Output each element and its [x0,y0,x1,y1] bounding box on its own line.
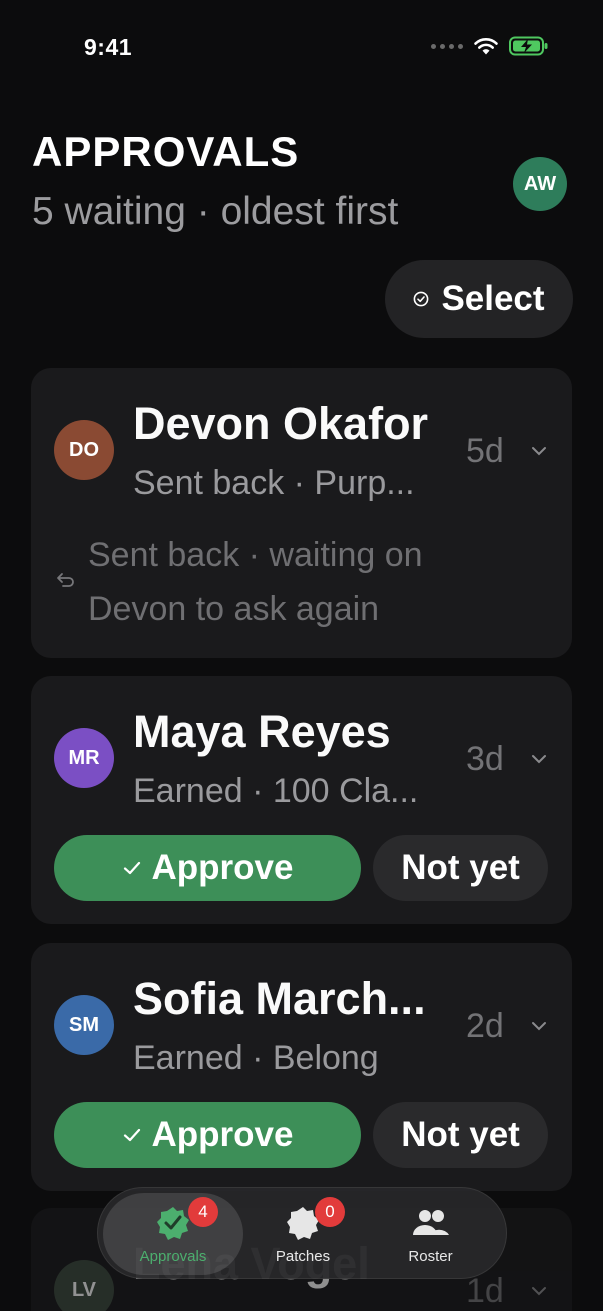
verified-badge-icon [157,1207,189,1240]
tab-patches-label: Patches [275,1248,331,1265]
status-note-line2: Devon to ask again [88,590,380,628]
approve-button[interactable]: Approve [54,835,361,901]
avatar: SM [54,995,114,1055]
chevron-down-icon[interactable] [531,754,547,764]
approve-label: Approve [151,1115,294,1154]
select-label: Select [441,279,545,318]
select-button[interactable]: Select [385,260,573,338]
tab-approvals[interactable]: 4 Approvals [103,1193,243,1275]
signal-icon [431,43,463,49]
tab-roster-label: Roster [408,1248,453,1265]
requester-name: Devon Okafor [133,398,429,449]
return-arrow-icon [57,573,74,587]
status-icons [431,36,549,56]
status-bar: 9:41 [0,0,603,96]
request-age: 5d [466,432,504,470]
checkmark-icon [123,861,140,875]
status-note-line1: Sent back · waiting on [88,536,423,574]
tab-roster[interactable]: Roster [368,1193,493,1275]
request-meta: Earned · Belong [133,1039,379,1077]
check-circle-icon [414,291,429,307]
approval-card[interactable]: DO Devon Okafor Sent back · Purp... 5d S… [31,368,572,658]
people-icon [412,1210,449,1235]
approvals-badge: 4 [188,1197,218,1227]
patches-badge: 0 [315,1197,345,1227]
chevron-down-icon[interactable] [531,1286,547,1296]
request-age: 3d [466,740,504,778]
avatar: DO [54,420,114,480]
avatar: LV [54,1260,114,1311]
request-meta: Sent back · Purp... [133,464,415,502]
approval-card[interactable]: MR Maya Reyes Earned · 100 Cla... 3d App… [31,676,572,924]
approval-card[interactable]: SM Sofia March... Earned · Belong 2d App… [31,943,572,1191]
approve-button[interactable]: Approve [54,1102,361,1168]
request-age: 1d [466,1272,504,1310]
approve-label: Approve [151,848,294,887]
request-meta: Earned · 100 Cla... [133,772,419,810]
request-age: 2d [466,1007,504,1045]
page-title: APPROVALS [32,128,300,175]
chevron-down-icon[interactable] [531,1021,547,1031]
chevron-down-icon[interactable] [531,446,547,456]
not-yet-button[interactable]: Not yet [373,1102,548,1168]
status-time: 9:41 [84,34,133,60]
tab-bar: 4 Approvals 0 Patches Roster [97,1187,507,1279]
wifi-icon [474,37,498,54]
requester-name: Sofia March... [133,973,426,1024]
requester-name: Maya Reyes [133,706,391,757]
avatar: MR [54,728,114,788]
page-subtitle: 5 waiting · oldest first [32,190,399,233]
tab-patches[interactable]: 0 Patches [243,1193,363,1275]
battery-charging-icon [509,36,548,56]
tab-approvals-label: Approvals [139,1248,207,1265]
not-yet-button[interactable]: Not yet [373,835,548,901]
checkmark-icon [123,1128,140,1142]
user-avatar[interactable]: AW [513,157,567,211]
